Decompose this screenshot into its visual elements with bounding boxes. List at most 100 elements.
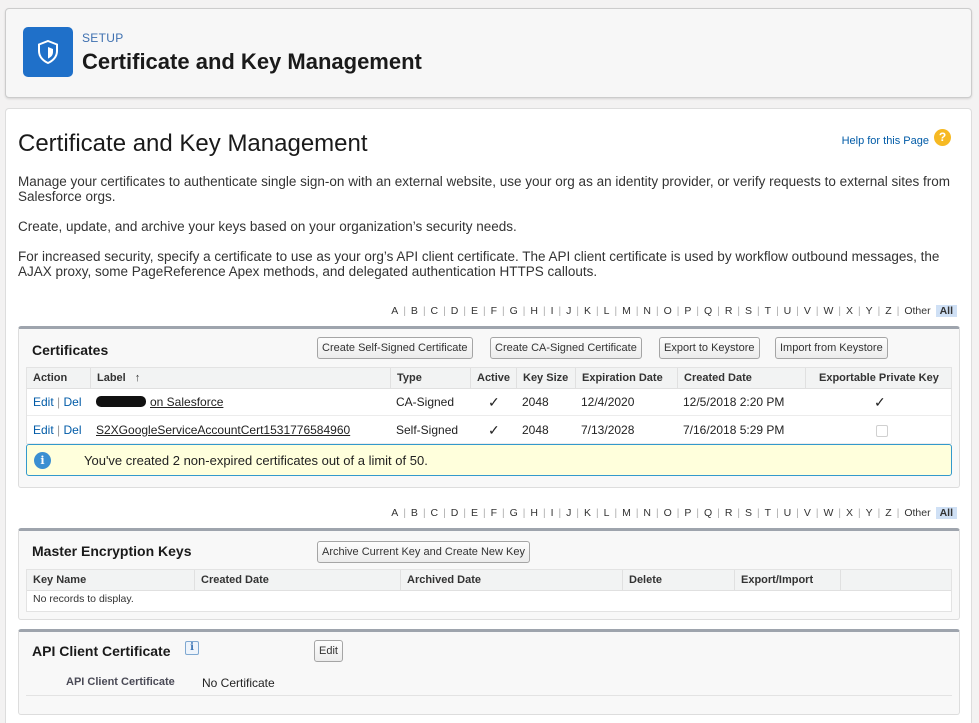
alphabet-separator: |	[717, 507, 720, 519]
certificate-label-cell[interactable]: S2XGoogleServiceAccountCert1531776584960	[90, 417, 350, 444]
alphabet-filter-y[interactable]: Y	[863, 305, 876, 317]
alphabet-filter-e[interactable]: E	[468, 507, 481, 519]
row-actions: Edit | Del	[27, 389, 82, 416]
alphabet-filter-a[interactable]: A	[388, 507, 401, 519]
alphabet-filter-o[interactable]: O	[661, 507, 675, 519]
alphabet-filter-b[interactable]: B	[408, 305, 421, 317]
alphabet-filter-s[interactable]: S	[742, 305, 755, 317]
column-header: Active	[470, 368, 516, 389]
column-header: Created Date	[194, 570, 400, 591]
alphabet-filter-d[interactable]: D	[448, 507, 462, 519]
table-header: Key Name Created Date Archived Date Dele…	[27, 570, 951, 591]
alphabet-filter-z[interactable]: Z	[882, 305, 894, 317]
alphabet-filter-v[interactable]: V	[801, 305, 814, 317]
api-client-title: API Client Certificate	[32, 643, 171, 659]
alphabet-filter-q[interactable]: Q	[701, 507, 715, 519]
master-keys-section: Master Encryption Keys Archive Current K…	[18, 528, 960, 620]
description-paragraph: Create, update, and archive your keys ba…	[18, 219, 517, 234]
alphabet-filter-other[interactable]: Other	[901, 305, 933, 317]
delete-link[interactable]: Del	[64, 395, 82, 409]
alphabet-filter-s[interactable]: S	[742, 507, 755, 519]
alphabet-filter-u[interactable]: U	[781, 507, 795, 519]
alphabet-filter-a[interactable]: A	[388, 305, 401, 317]
alphabet-filter-t[interactable]: T	[762, 507, 774, 519]
alphabet-filter-k[interactable]: K	[581, 507, 594, 519]
table-row: Edit | Del on Salesforce CA-Signed ✓ 204…	[27, 389, 951, 416]
divider	[26, 695, 952, 696]
alphabet-filter-n[interactable]: N	[640, 305, 654, 317]
alphabet-filter-y[interactable]: Y	[863, 507, 876, 519]
alphabet-filter-r[interactable]: R	[722, 305, 736, 317]
alphabet-separator: |	[877, 305, 881, 317]
create-self-signed-button[interactable]: Create Self-Signed Certificate	[317, 337, 473, 359]
alphabet-filter-c[interactable]: C	[428, 507, 442, 519]
description-paragraph: For increased security, specify a certif…	[18, 249, 940, 279]
import-keystore-button[interactable]: Import from Keystore	[775, 337, 888, 359]
alphabet-filter-all[interactable]: All	[935, 507, 957, 519]
description-paragraph: Manage your certificates to authenticate…	[18, 174, 950, 204]
column-header: Expiration Date	[575, 368, 677, 389]
alphabet-filter-u[interactable]: U	[781, 305, 795, 317]
sort-arrow-icon[interactable]: ↑	[135, 372, 141, 384]
alphabet-filter-c[interactable]: C	[428, 305, 442, 317]
master-keys-title: Master Encryption Keys	[32, 543, 192, 559]
alphabet-filter-x[interactable]: X	[843, 305, 856, 317]
alphabet-filter-l[interactable]: L	[601, 305, 613, 317]
alphabet-filter-x[interactable]: X	[843, 507, 856, 519]
alphabet-separator: |	[776, 507, 779, 519]
alphabet-filter-k[interactable]: K	[581, 305, 594, 317]
edit-link[interactable]: Edit	[33, 423, 54, 437]
alphabet-filter-t[interactable]: T	[762, 305, 774, 317]
alphabet-filter-g[interactable]: G	[507, 305, 521, 317]
setup-label: SETUP	[82, 31, 124, 45]
help-link[interactable]: Help for this Page	[842, 135, 929, 147]
archive-key-button[interactable]: Archive Current Key and Create New Key	[317, 541, 530, 563]
alphabet-filter-p[interactable]: P	[681, 305, 694, 317]
alphabet-filter-other[interactable]: Other	[901, 507, 933, 519]
alphabet-filter-g[interactable]: G	[507, 507, 521, 519]
alphabet-filter-h[interactable]: H	[527, 507, 541, 519]
edit-button[interactable]: Edit	[314, 640, 343, 662]
column-header: Action	[33, 372, 68, 384]
export-keystore-button[interactable]: Export to Keystore	[659, 337, 760, 359]
alphabet-filter-w[interactable]: W	[821, 305, 837, 317]
alphabet-filter-j[interactable]: J	[563, 507, 574, 519]
alphabet-filter-e[interactable]: E	[468, 305, 481, 317]
alphabet-filter-all[interactable]: All	[935, 305, 957, 317]
alphabet-separator: |	[796, 305, 799, 317]
help-icon[interactable]: ?	[934, 129, 951, 146]
type-cell: Self-Signed	[396, 423, 459, 437]
create-ca-signed-button[interactable]: Create CA-Signed Certificate	[490, 337, 642, 359]
alphabet-separator: |	[443, 507, 446, 519]
alphabet-filter-j[interactable]: J	[563, 305, 574, 317]
certificates-table: Action Label ↑ Type Active Key Size Expi…	[26, 367, 952, 444]
alphabet-filter-i[interactable]: I	[548, 507, 557, 519]
alphabet-filter-f[interactable]: F	[488, 507, 500, 519]
alphabet-filter-i[interactable]: I	[548, 305, 557, 317]
alphabet-filter-p[interactable]: P	[681, 507, 694, 519]
alphabet-filter-l[interactable]: L	[601, 507, 613, 519]
alphabet-filter-b[interactable]: B	[408, 507, 421, 519]
alphabet-filter-o[interactable]: O	[661, 305, 675, 317]
certificate-link[interactable]: on Salesforce	[150, 395, 223, 409]
alphabet-filter-z[interactable]: Z	[882, 507, 894, 519]
alphabet-filter-m[interactable]: M	[619, 507, 634, 519]
certificate-link[interactable]: S2XGoogleServiceAccountCert1531776584960	[96, 423, 350, 437]
alphabet-filter-q[interactable]: Q	[701, 305, 715, 317]
alphabet-filter-h[interactable]: H	[527, 305, 541, 317]
column-header-label[interactable]: Label ↑	[90, 368, 390, 389]
alphabet-filter-r[interactable]: R	[722, 507, 736, 519]
certificate-label-cell[interactable]: on Salesforce	[90, 389, 223, 416]
alphabet-filter-d[interactable]: D	[448, 305, 462, 317]
alphabet-filter-n[interactable]: N	[640, 507, 654, 519]
alphabet-separator: |	[838, 305, 842, 317]
alphabet-filter-f[interactable]: F	[488, 305, 500, 317]
alphabet-filter-m[interactable]: M	[619, 305, 634, 317]
edit-link[interactable]: Edit	[33, 395, 54, 409]
delete-link[interactable]: Del	[64, 423, 82, 437]
alphabet-separator: |	[542, 305, 546, 317]
alphabet-filter-v[interactable]: V	[801, 507, 814, 519]
info-icon[interactable]: i	[185, 641, 199, 655]
table-header: Action Label ↑ Type Active Key Size Expi…	[27, 368, 951, 389]
alphabet-filter-w[interactable]: W	[821, 507, 837, 519]
